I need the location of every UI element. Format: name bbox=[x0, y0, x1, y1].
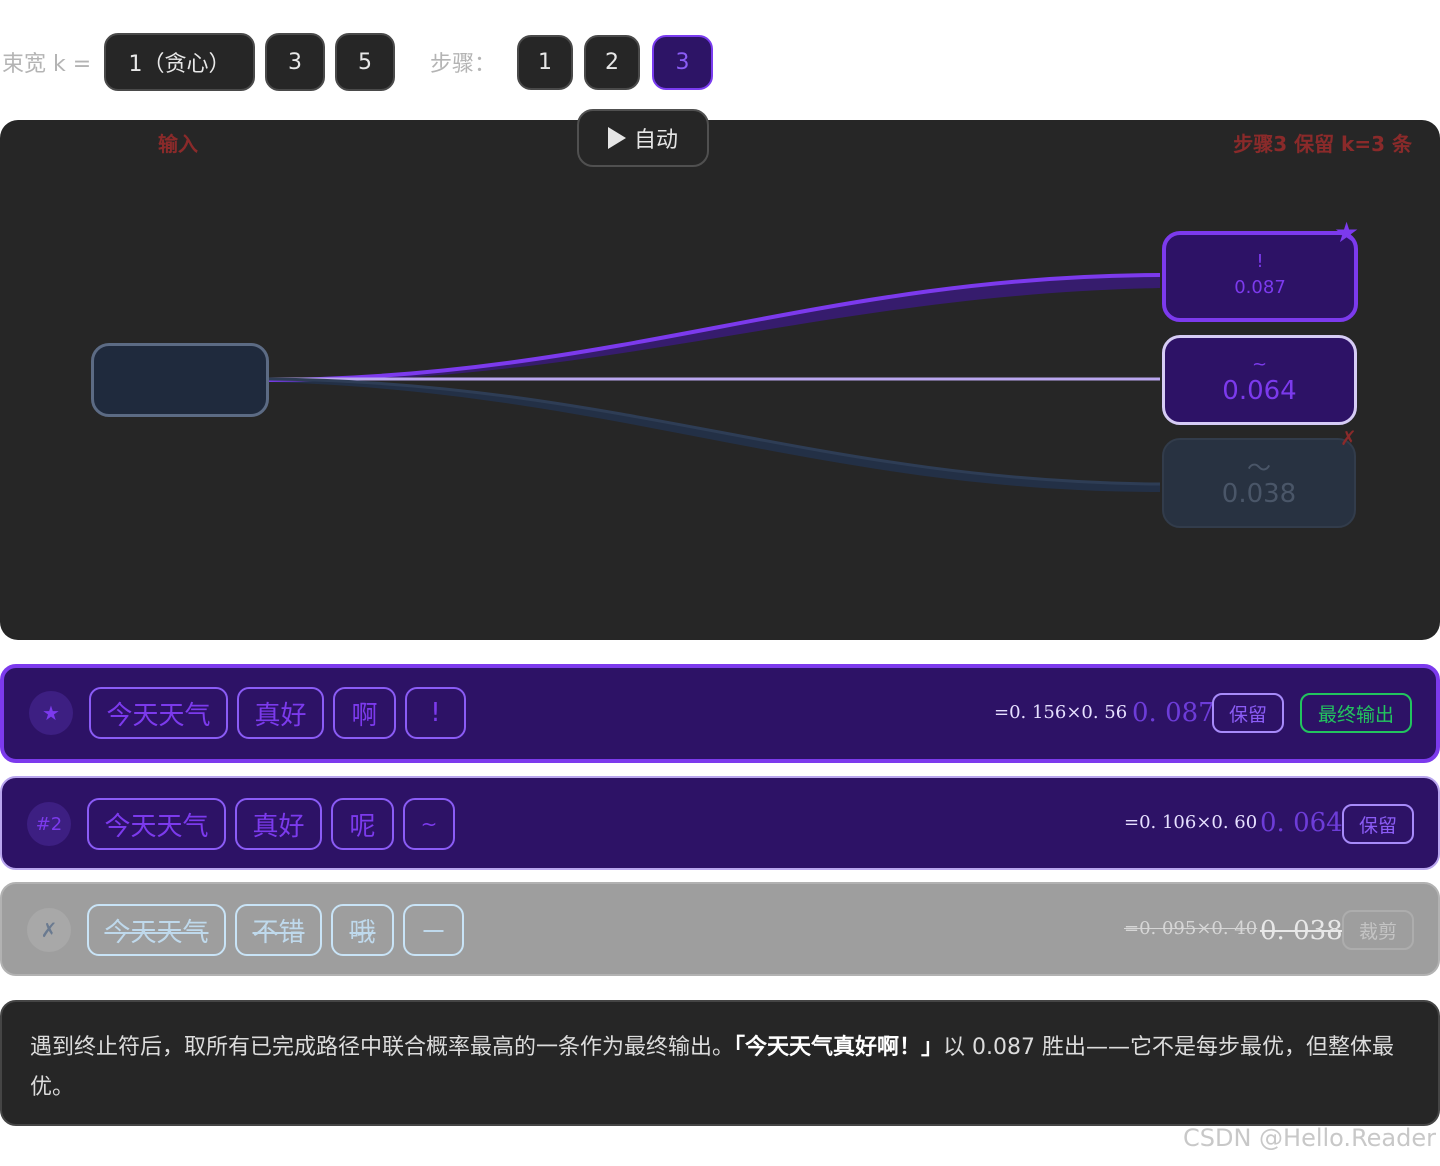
input-label: 输入 bbox=[158, 132, 198, 156]
node-token: ～ bbox=[1247, 454, 1271, 482]
auto-play-button[interactable]: 自动 bbox=[577, 109, 709, 167]
beam-width-label: 束宽 k = bbox=[2, 52, 92, 77]
step-status-label: 步骤3 保留 k=3 条 bbox=[1233, 132, 1412, 156]
beam-option-greedy[interactable]: 1（贪心） bbox=[104, 33, 255, 91]
band-pruned bbox=[268, 378, 1160, 492]
play-icon bbox=[607, 127, 626, 149]
beam-row-kept: #2 今天天气 真好 呢 ~ =0. 106×0. 60 0. 064 保留 bbox=[0, 776, 1440, 870]
step-option-2[interactable]: 2 bbox=[584, 35, 640, 90]
cross-icon: ✗ bbox=[27, 908, 71, 952]
pruned-tag: 裁剪 bbox=[1342, 910, 1414, 950]
edge-pruned bbox=[267, 377, 1161, 486]
node-token: ~ bbox=[1251, 354, 1268, 375]
beam-search-canvas: 输入 步骤3 保留 k=3 条 ! 0.087 ★ ~ 0.064 ～ 0.03… bbox=[0, 120, 1440, 640]
cross-icon: ✗ bbox=[1340, 426, 1357, 450]
token-chip: 真好 bbox=[235, 798, 322, 850]
final-output-tag: 最终输出 bbox=[1300, 693, 1412, 733]
token-chip: ! bbox=[405, 687, 466, 739]
candidate-node-kept: ~ 0.064 bbox=[1162, 335, 1357, 425]
step-label: 步骤： bbox=[430, 52, 497, 77]
step-option-3[interactable]: 3 bbox=[652, 35, 713, 90]
node-token: ! bbox=[1256, 250, 1264, 272]
node-prob: 0.038 bbox=[1221, 479, 1297, 509]
candidate-node-best: ! 0.087 bbox=[1162, 231, 1358, 322]
candidate-node-pruned: ～ 0.038 bbox=[1162, 438, 1356, 528]
token-chip: 哦 bbox=[331, 904, 394, 956]
node-prob: 0.087 bbox=[1234, 276, 1286, 298]
token-chip: 啊 bbox=[333, 687, 396, 739]
rank-badge: #2 bbox=[27, 802, 71, 846]
keep-tag: 保留 bbox=[1212, 693, 1284, 733]
prob-formula: =0. 095×0. 40 bbox=[1124, 918, 1258, 939]
keep-tag: 保留 bbox=[1342, 804, 1414, 844]
watermark: CSDN @Hello.Reader bbox=[1182, 1124, 1436, 1152]
auto-play-label: 自动 bbox=[633, 128, 678, 153]
token-chip: 今天天气 bbox=[89, 687, 228, 739]
star-icon: ★ bbox=[1334, 216, 1360, 249]
step-option-1[interactable]: 1 bbox=[517, 35, 573, 90]
input-node bbox=[91, 343, 269, 417]
beam-row-pruned: ✗ 今天天气 不错 哦 — =0. 095×0. 40 0. 038 裁剪 bbox=[0, 882, 1440, 976]
explanation-panel: 遇到终止符后，取所有已完成路径中联合概率最高的一条作为最终输出。「今天天气真好啊… bbox=[0, 1000, 1440, 1126]
joint-prob: 0. 087 bbox=[1132, 698, 1215, 728]
token-chip: ~ bbox=[403, 798, 455, 850]
joint-prob: 0. 038 bbox=[1260, 916, 1343, 946]
token-chip: 不错 bbox=[235, 904, 322, 956]
token-chip: 呢 bbox=[331, 798, 394, 850]
node-prob: 0.064 bbox=[1222, 376, 1297, 406]
beam-option-3[interactable]: 3 bbox=[265, 33, 325, 91]
token-chip: 今天天气 bbox=[87, 904, 226, 956]
explanation-text: 遇到终止符后，取所有已完成路径中联合概率最高的一条作为最终输出。 bbox=[30, 1035, 735, 1060]
beam-option-5[interactable]: 5 bbox=[335, 33, 395, 91]
prob-formula: =0. 156×0. 56 bbox=[994, 702, 1128, 723]
explanation-highlight: 「今天天气真好啊！」 bbox=[734, 1035, 944, 1060]
joint-prob: 0. 064 bbox=[1260, 808, 1343, 838]
prob-formula: =0. 106×0. 60 bbox=[1124, 812, 1258, 833]
token-chip: — bbox=[403, 904, 464, 956]
star-icon: ★ bbox=[29, 691, 73, 735]
beam-row-best: ★ 今天天气 真好 啊 ! =0. 156×0. 56 0. 087 保留 最终… bbox=[0, 664, 1440, 763]
token-chip: 今天天气 bbox=[87, 798, 226, 850]
token-chip: 真好 bbox=[237, 687, 324, 739]
